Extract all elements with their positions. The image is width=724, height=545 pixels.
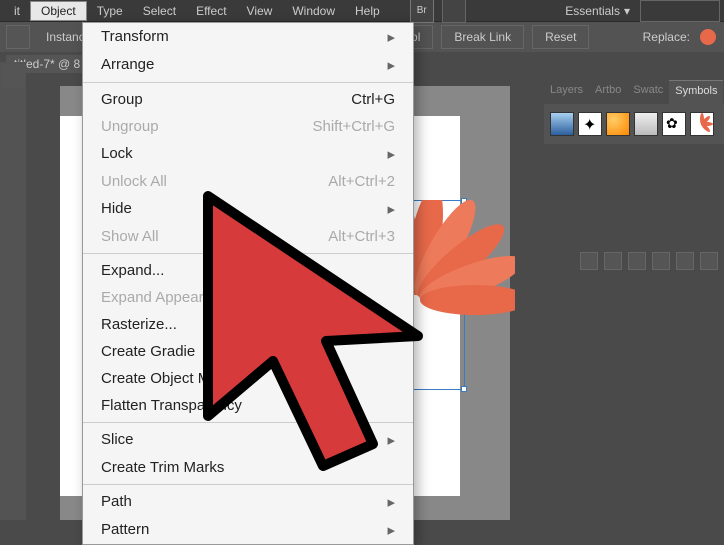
menu-help[interactable]: Help xyxy=(345,2,390,20)
menu-view[interactable]: View xyxy=(237,2,283,20)
symbol-options-icon[interactable] xyxy=(652,252,670,270)
bridge-icon[interactable]: Br xyxy=(410,0,434,23)
chevron-down-icon: ▾ xyxy=(624,4,630,18)
menu-type[interactable]: Type xyxy=(87,2,133,20)
menu-hide[interactable]: Hide▸ xyxy=(83,195,413,223)
replace-swatch[interactable] xyxy=(698,27,718,47)
menu-window[interactable]: Window xyxy=(282,2,345,20)
menu-expand-appearance: Expand Appearance xyxy=(83,284,413,311)
replace-label: Replace: xyxy=(643,30,690,44)
menu-separator xyxy=(83,484,413,485)
menu-separator xyxy=(83,82,413,83)
break-link-button[interactable]: Break Link xyxy=(441,25,524,49)
workspace-switcher[interactable]: Essentials ▾ xyxy=(555,0,640,22)
menu-rasterize[interactable]: Rasterize... xyxy=(83,311,413,338)
menu-separator xyxy=(83,422,413,423)
object-menu-dropdown: Transform▸ Arrange▸ GroupCtrl+G UngroupS… xyxy=(82,22,414,545)
menu-select[interactable]: Select xyxy=(133,2,186,20)
menu-flatten-transparency[interactable]: Flatten Transparency xyxy=(83,392,413,419)
tools-panel xyxy=(0,62,26,520)
panel-tabs: Layers Artbo Swatc Symbols xyxy=(544,80,724,104)
menu-create-gradient-mesh[interactable]: Create Gradie xyxy=(83,338,413,365)
menu-group[interactable]: GroupCtrl+G xyxy=(83,86,413,113)
menu-arrange[interactable]: Arrange▸ xyxy=(83,51,413,79)
menu-transform[interactable]: Transform▸ xyxy=(83,23,413,51)
menubar: it Object Type Select Effect View Window… xyxy=(0,0,724,22)
menu-slice[interactable]: Slice▸ xyxy=(83,426,413,454)
tab-swatches[interactable]: Swatc xyxy=(627,80,669,104)
menu-effect[interactable]: Effect xyxy=(186,2,236,20)
panels-dock: Layers Artbo Swatc Symbols ✦ ✿ xyxy=(544,80,724,274)
symbol-gradient-blue[interactable] xyxy=(550,112,574,136)
tab-layers[interactable]: Layers xyxy=(544,80,589,104)
tab-artboards[interactable]: Artbo xyxy=(589,80,627,104)
symbol-gray[interactable] xyxy=(634,112,658,136)
menu-create-object-mosaic[interactable]: Create Object M xyxy=(83,365,413,392)
menu-separator xyxy=(83,253,413,254)
tool-icon[interactable] xyxy=(1,64,25,88)
menu-pattern[interactable]: Pattern▸ xyxy=(83,516,413,544)
menu-lock[interactable]: Lock▸ xyxy=(83,140,413,168)
symbol-orange-orb[interactable] xyxy=(606,112,630,136)
new-symbol-icon[interactable] xyxy=(676,252,694,270)
instance-icon[interactable] xyxy=(6,25,30,49)
panel-footer xyxy=(544,144,724,274)
delete-symbol-icon[interactable] xyxy=(700,252,718,270)
menu-expand[interactable]: Expand... xyxy=(83,257,413,284)
symbol-libraries-icon[interactable] xyxy=(580,252,598,270)
doc-arrange-icon[interactable] xyxy=(442,0,466,23)
place-symbol-icon[interactable] xyxy=(604,252,622,270)
menu-ungroup: UngroupShift+Ctrl+G xyxy=(83,113,413,140)
search-input[interactable] xyxy=(640,0,720,22)
symbol-flower[interactable] xyxy=(690,112,714,136)
menu-edit[interactable]: it xyxy=(4,2,30,20)
workspace-label: Essentials xyxy=(565,4,620,18)
menu-path[interactable]: Path▸ xyxy=(83,488,413,516)
symbols-grid: ✦ ✿ xyxy=(544,104,724,144)
tab-symbols[interactable]: Symbols xyxy=(669,80,723,104)
symbol-ink-splash[interactable]: ✦ xyxy=(578,112,602,136)
symbol-ribbon[interactable]: ✿ xyxy=(662,112,686,136)
break-link-icon[interactable] xyxy=(628,252,646,270)
menu-object[interactable]: Object xyxy=(30,1,87,21)
reset-button[interactable]: Reset xyxy=(532,25,589,49)
menu-unlock-all: Unlock AllAlt+Ctrl+2 xyxy=(83,168,413,195)
menu-create-trim-marks[interactable]: Create Trim Marks xyxy=(83,454,413,481)
menu-show-all: Show AllAlt+Ctrl+3 xyxy=(83,223,413,250)
